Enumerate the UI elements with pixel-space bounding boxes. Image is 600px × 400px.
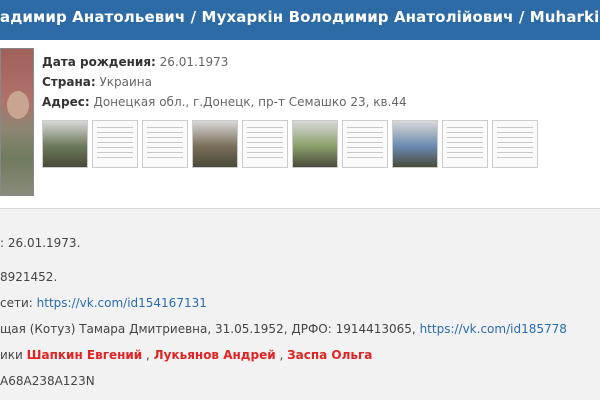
thumbnail-document[interactable] (342, 120, 388, 168)
code-text: A68A238A123N (0, 374, 95, 388)
colleagues-label: ики (0, 348, 27, 362)
document-text-lines (447, 127, 483, 161)
profile-info: Дата рождения: 26.01.1973 Страна: Украин… (42, 52, 407, 112)
colleague-link-1[interactable]: Шапкин Евгений (27, 348, 143, 362)
country-label: Страна: (42, 75, 96, 89)
document-preview (443, 121, 487, 167)
birth-label: Дата рождения: (42, 55, 156, 69)
birth-row: Дата рождения: 26.01.1973 (42, 52, 407, 72)
thumbnail-photo[interactable] (42, 120, 88, 168)
thumbnail-document[interactable] (492, 120, 538, 168)
relative-text: щая (Котуз) Тамара Дмитриевна, 31.05.195… (0, 322, 420, 336)
social-line: сети: https://vk.com/id154167131 (0, 296, 207, 310)
photo-preview (293, 121, 337, 167)
address-value: Донецкая обл., г.Донецк, пр-т Семашко 23… (93, 95, 407, 109)
social-link[interactable]: https://vk.com/id154167131 (37, 296, 207, 310)
birth-value: 26.01.1973 (159, 55, 229, 69)
document-text-lines (247, 127, 283, 161)
thumbnail-document[interactable] (92, 120, 138, 168)
document-text-lines (147, 127, 183, 161)
relative-link[interactable]: https://vk.com/id185778 (420, 322, 567, 336)
photo-preview (193, 121, 237, 167)
address-label: Адрес: (42, 95, 90, 109)
thumbnail-photo[interactable] (192, 120, 238, 168)
document-preview (493, 121, 537, 167)
colleague-link-3[interactable]: Заспа Ольга (287, 348, 372, 362)
code-line: A68A238A123N (0, 374, 95, 388)
dob-text: : 26.01.1973. (0, 236, 81, 250)
colleague-separator-1: , (142, 348, 154, 362)
thumbnail-photo[interactable] (392, 120, 438, 168)
id-line: 8921452. (0, 270, 57, 284)
photo-face (7, 91, 29, 119)
id-text: 8921452. (0, 270, 58, 284)
photo-preview (393, 121, 437, 167)
address-row: Адрес: Донецкая обл., г.Донецк, пр-т Сем… (42, 92, 407, 112)
colleague-link-2[interactable]: Лукьянов Андрей (154, 348, 276, 362)
colleagues-line: ики Шапкин Евгений , Лукьянов Андрей , З… (0, 348, 372, 362)
document-text-lines (497, 127, 533, 161)
country-value: Украина (99, 75, 152, 89)
relative-line: щая (Котуз) Тамара Дмитриевна, 31.05.195… (0, 322, 567, 336)
photo-preview (43, 121, 87, 167)
thumbnail-photo[interactable] (292, 120, 338, 168)
page-title: адимир Анатольевич / Мухаркін Володимир … (0, 8, 600, 26)
document-text-lines (97, 127, 133, 161)
dob-line: : 26.01.1973. (0, 236, 80, 250)
document-preview (243, 121, 287, 167)
profile-photo[interactable] (0, 48, 34, 196)
document-preview (93, 121, 137, 167)
document-text-lines (347, 127, 383, 161)
document-preview (343, 121, 387, 167)
colleague-separator-2: , (275, 348, 288, 362)
thumbnail-document[interactable] (142, 120, 188, 168)
document-preview (143, 121, 187, 167)
country-row: Страна: Украина (42, 72, 407, 92)
page-header: адимир Анатольевич / Мухаркін Володимир … (0, 0, 600, 40)
social-label: сети: (0, 296, 37, 310)
thumbnail-document[interactable] (242, 120, 288, 168)
thumbnail-document[interactable] (442, 120, 488, 168)
profile-card: Дата рождения: 26.01.1973 Страна: Украин… (0, 40, 600, 209)
